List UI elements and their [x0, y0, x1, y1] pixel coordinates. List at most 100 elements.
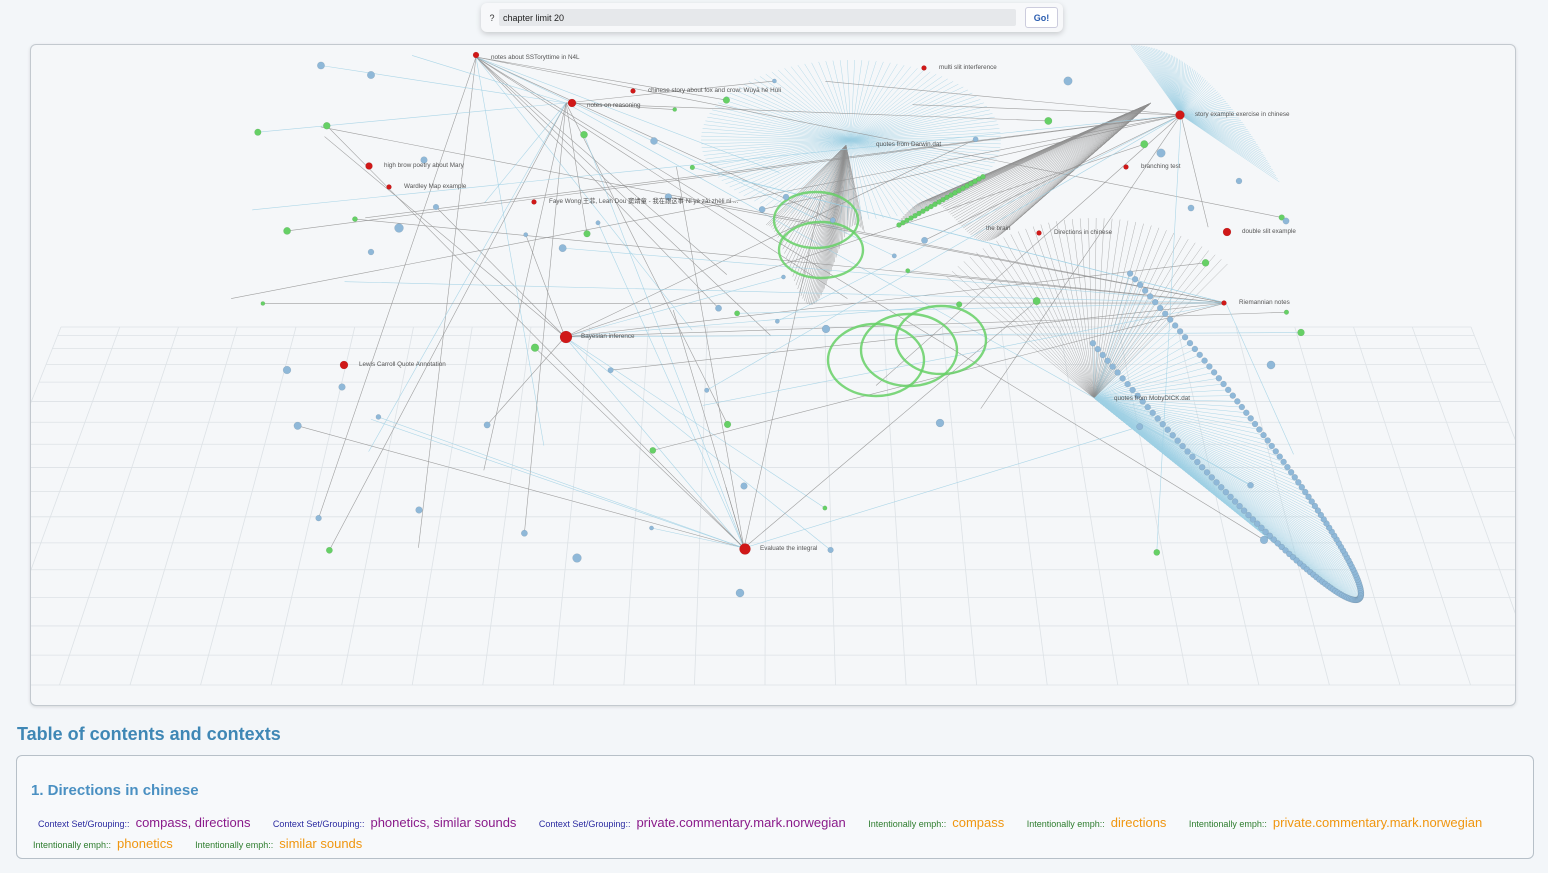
graph-node [1238, 403, 1246, 411]
graph-edge [1093, 397, 1316, 507]
graph-node [1149, 409, 1156, 417]
graph-node [1131, 275, 1139, 283]
graph-edge [1093, 397, 1332, 532]
graph-node [774, 318, 780, 324]
graph-node [1166, 316, 1174, 323]
go-button[interactable]: Go! [1025, 7, 1058, 28]
graph-node [483, 421, 491, 429]
graph-edge [701, 132, 852, 141]
emphasis-tag-value: phonetics [117, 836, 173, 851]
graph-node [1159, 420, 1166, 428]
green-node-ring [859, 312, 959, 388]
graph-node [1136, 281, 1144, 289]
graph-canvas[interactable]: notes about SSToryttime in N4L notes on r… [30, 44, 1516, 706]
graph-edge [484, 102, 567, 204]
graph-node [1156, 304, 1164, 312]
node-label: double slit example [1242, 228, 1296, 235]
grid-line [1470, 326, 1515, 441]
graph-node [472, 51, 480, 59]
context-tag-key: Context Set/Grouping:: [272, 819, 365, 829]
emphasis-tag-key: Intentionally emph:: [33, 840, 112, 850]
graph-edge [957, 266, 1095, 399]
node-label: Bayesian inference [581, 333, 635, 340]
grid-line [59, 326, 179, 686]
graph-node [1089, 339, 1097, 347]
graph-node [1210, 369, 1218, 376]
graph-edge [1093, 397, 1346, 555]
graph-node [352, 216, 358, 222]
graph-node [1136, 423, 1144, 431]
graph-node [1268, 442, 1276, 450]
graph-edge [702, 302, 1227, 406]
node-label: quotes from MobyDICK.dat [1114, 395, 1190, 402]
graph-edge [970, 102, 1152, 235]
query-input[interactable] [499, 9, 1016, 26]
graph-edge [953, 102, 1152, 219]
graph-node [1283, 309, 1290, 315]
graph-node [1191, 345, 1199, 353]
context-tags: Context Set/Grouping:: compass, direction… [33, 813, 1513, 855]
graph-node [672, 107, 677, 112]
graph-node [325, 546, 333, 554]
graph-node [1215, 374, 1223, 382]
graph-node [1044, 116, 1053, 125]
graph-node [1229, 392, 1237, 399]
graph-node [1153, 549, 1161, 556]
emphasis-tag[interactable]: Intentionally emph:: directions [1027, 813, 1167, 834]
graph-edge [743, 426, 1140, 549]
graph-edge [370, 418, 745, 549]
graph-node [734, 310, 741, 317]
graph-node [1123, 164, 1129, 170]
graph-node [520, 529, 528, 537]
graph-edge [534, 347, 745, 549]
graph-node [1126, 270, 1134, 277]
graph-edge [1093, 263, 1228, 399]
query-prompt-label: ? [489, 12, 495, 23]
emphasis-tag[interactable]: Intentionally emph:: compass [868, 813, 1004, 834]
graph-3d-view[interactable]: notes about SSToryttime in N4L notes on r… [31, 45, 1516, 706]
grid-line [31, 326, 62, 404]
graph-node [1235, 177, 1243, 185]
graph-node [1146, 293, 1154, 300]
graph-node [921, 236, 928, 244]
graph-node [723, 420, 732, 429]
graph-edge [850, 81, 954, 141]
graph-node [1256, 426, 1263, 433]
graph-node [531, 199, 537, 205]
emphasis-tag-key: Intentionally emph:: [195, 840, 274, 850]
grid-line [941, 326, 978, 686]
chapter-title[interactable]: 1. Directions in chinese [31, 782, 199, 799]
context-tag[interactable]: Context Set/Grouping:: phonetics, similar… [273, 813, 517, 834]
context-tag[interactable]: Context Set/Grouping:: private.commentary… [539, 813, 846, 834]
graph-edge [907, 270, 1227, 304]
emphasis-tag[interactable]: Intentionally emph:: private.commentary.m… [1189, 813, 1482, 834]
graph-node [956, 301, 963, 308]
emphasis-tag-key: Intentionally emph:: [1188, 819, 1267, 829]
emphasis-tag-value: directions [1110, 815, 1167, 830]
graph-node [375, 414, 382, 420]
context-tag[interactable]: Context Set/Grouping:: compass, direction… [33, 813, 250, 834]
graph-node [1276, 453, 1283, 460]
emphasis-tag-value: similar sounds [279, 836, 363, 851]
graph-edge [1180, 114, 1278, 180]
graph-node [1194, 458, 1201, 466]
graph-edge [1093, 336, 1186, 399]
toc-panel: 1. Directions in chinese Context Set/Gro… [16, 755, 1534, 859]
graph-edge [231, 114, 1182, 299]
graph-edge [1093, 218, 1097, 399]
graph-node [339, 360, 349, 370]
graph-node [365, 162, 373, 170]
graph-node [1297, 328, 1305, 337]
graph-edge [743, 300, 1037, 549]
graph-node [649, 525, 654, 531]
emphasis-tag[interactable]: Intentionally emph:: phonetics [33, 834, 173, 855]
emphasis-tag[interactable]: Intentionally emph:: similar sounds [195, 834, 362, 855]
graph-node [1201, 259, 1210, 267]
graph-node [1221, 300, 1227, 306]
graph-node [1284, 463, 1291, 471]
graph-node [394, 223, 404, 233]
graph-node [523, 232, 529, 238]
graph-node [1156, 148, 1166, 158]
graph-edge [1180, 114, 1265, 156]
graph-node [1260, 431, 1267, 439]
